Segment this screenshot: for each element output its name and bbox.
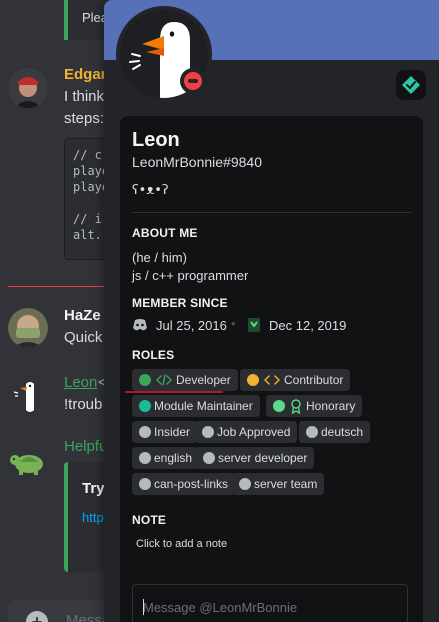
embed-title: Try: [82, 480, 105, 497]
role-label: Module Maintainer: [154, 399, 253, 413]
server-icon: [248, 318, 260, 332]
role-hover-underline: [125, 391, 223, 393]
user-profile-popout: Leon LeonMrBonnie#9840 ʕ•ᴥ•ʔ ABOUT ME (h…: [104, 0, 439, 622]
role-module-maintainer[interactable]: Module Maintainer: [132, 395, 260, 417]
role-label: can-post-links: [154, 477, 229, 491]
message-text: steps:: [64, 110, 105, 127]
role-server-team[interactable]: server team: [232, 473, 325, 495]
avatar-edgara[interactable]: [8, 68, 48, 108]
author-name[interactable]: Helpfu: [64, 438, 107, 455]
role-can-post-links[interactable]: can-post-links: [132, 473, 236, 495]
role-label: server developer: [218, 451, 308, 465]
text-caret: [143, 599, 144, 615]
discord-logo-icon: [133, 319, 147, 331]
role-honorary[interactable]: Honorary: [266, 395, 363, 417]
display-name: Leon: [132, 129, 180, 151]
role-color-dot[interactable]: [139, 374, 151, 386]
avatar-helpful[interactable]: [8, 440, 48, 480]
role-label: Job Approved: [217, 425, 291, 439]
role-label: Contributor: [284, 373, 344, 387]
about-me-title: ABOUT ME: [132, 226, 198, 240]
role-color-dot[interactable]: [247, 374, 259, 386]
role-color-dot[interactable]: [202, 426, 214, 438]
code-icon: [156, 374, 172, 386]
role-color-dot[interactable]: [239, 478, 251, 490]
attach-plus-icon[interactable]: +: [26, 611, 48, 622]
embed-link[interactable]: http: [82, 510, 104, 525]
role-insider[interactable]: Insider: [132, 421, 198, 443]
role-developer[interactable]: Developer: [132, 369, 238, 391]
note-title: NOTE: [132, 513, 167, 527]
discord-member-since: Jul 25, 2016: [156, 318, 227, 333]
user-tag[interactable]: LeonMrBonnie#9840: [132, 154, 262, 170]
dnd-status-icon: [184, 72, 202, 90]
role-english[interactable]: english: [132, 447, 200, 469]
role-label: Developer: [176, 373, 231, 387]
profile-card: Leon LeonMrBonnie#9840 ʕ•ᴥ•ʔ ABOUT ME (h…: [120, 116, 423, 622]
message-text: !troub: [64, 396, 103, 413]
note-input[interactable]: Click to add a note: [136, 538, 227, 550]
about-line: js / c++ programmer: [132, 268, 249, 283]
member-since-title: MEMBER SINCE: [132, 296, 228, 310]
diamond-icon: [402, 76, 420, 94]
direct-message-box[interactable]: [132, 584, 408, 622]
message-text: Quick: [64, 329, 103, 346]
server-member-since: Dec 12, 2019: [269, 318, 347, 333]
role-job-approved[interactable]: Job Approved: [195, 421, 298, 443]
role-color-dot[interactable]: [203, 452, 215, 464]
nitro-badge[interactable]: [396, 70, 426, 100]
role-label: deutsch: [321, 425, 364, 439]
avatar-leon[interactable]: [8, 376, 48, 416]
role-deutsch[interactable]: deutsch: [299, 421, 371, 443]
message-text: I think: [64, 88, 105, 105]
role-color-dot[interactable]: [139, 452, 151, 464]
role-label: english: [154, 451, 193, 465]
role-contributor[interactable]: Contributor: [240, 369, 351, 391]
about-line: (he / him): [132, 250, 187, 265]
avatar-haze[interactable]: [8, 308, 48, 348]
code-icon: [264, 375, 280, 385]
role-color-dot[interactable]: [273, 400, 285, 412]
direct-message-input[interactable]: [143, 597, 398, 617]
role-color-dot[interactable]: [139, 400, 151, 412]
role-label: server team: [254, 477, 318, 491]
role-label: Insider: [154, 425, 191, 439]
author-name[interactable]: Leon: [64, 374, 97, 391]
role-label: Honorary: [306, 399, 356, 413]
role-color-dot[interactable]: [139, 478, 151, 490]
role-server-developer[interactable]: server developer: [196, 447, 315, 469]
role-color-dot[interactable]: [306, 426, 318, 438]
author-name[interactable]: HaZe: [64, 307, 101, 324]
divider: [132, 212, 411, 213]
custom-status: ʕ•ᴥ•ʔ: [132, 183, 169, 198]
role-color-dot[interactable]: [139, 426, 151, 438]
separator-dot: •: [231, 316, 236, 331]
member-since-row: Jul 25, 2016 • Dec 12, 2019: [132, 316, 412, 336]
roles-title: ROLES: [132, 348, 175, 362]
ribbon-icon: [291, 399, 301, 414]
